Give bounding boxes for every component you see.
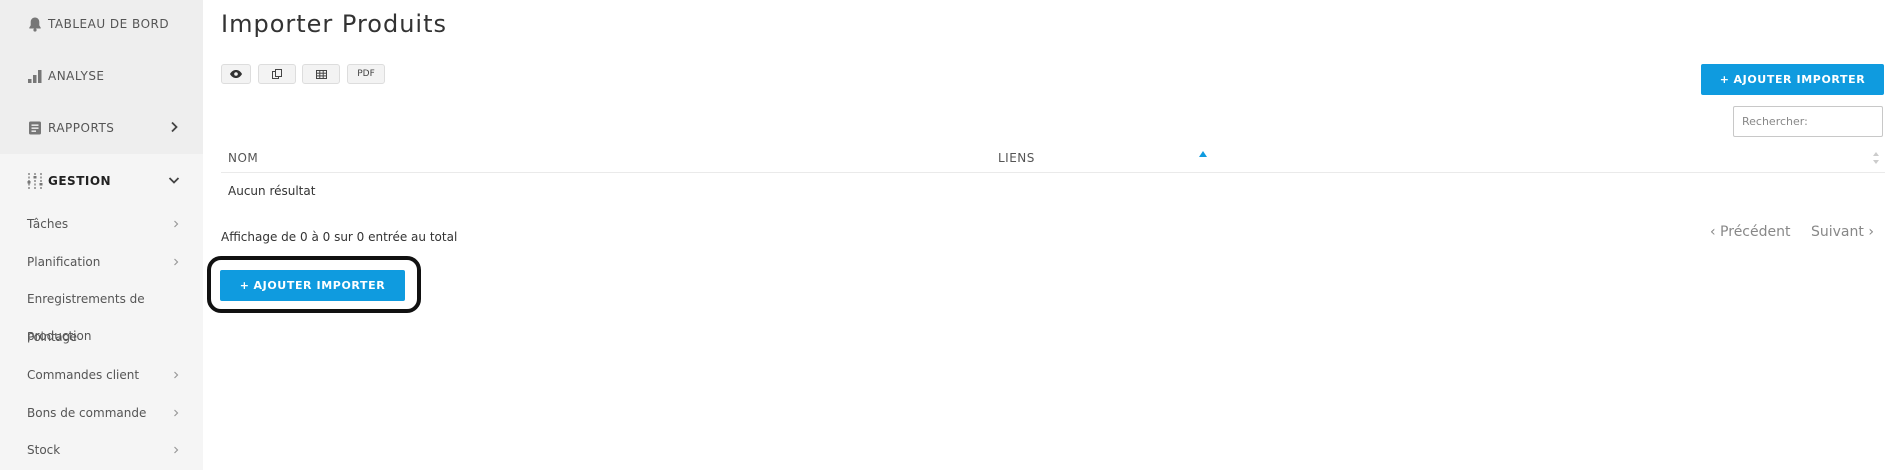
sidebar-item-gestion[interactable]: GESTION xyxy=(0,161,203,201)
view-button[interactable] xyxy=(221,64,251,84)
grid-icon xyxy=(315,69,327,79)
sidebar-item-analyse[interactable]: ANALYSE xyxy=(0,56,203,96)
sidebar-sub-stock[interactable]: Stock xyxy=(0,435,203,465)
chevron-right-icon xyxy=(174,446,179,454)
copy-button[interactable] xyxy=(258,64,296,84)
sidebar-sub-commandes-client[interactable]: Commandes client xyxy=(0,360,203,390)
add-import-button-top[interactable]: + AJOUTER IMPORTER xyxy=(1701,64,1884,95)
sidebar-item-rapports[interactable]: RAPPORTS xyxy=(0,108,203,148)
bell-icon xyxy=(26,15,44,33)
eye-icon xyxy=(230,70,242,78)
sidebar-sub-overlap-pointage[interactable]: Pointage xyxy=(27,330,77,344)
sidebar-item-tableau-de-bord[interactable]: TABLEAU DE BORD xyxy=(0,4,203,44)
pagination-next[interactable]: Suivant › xyxy=(1811,224,1874,240)
sidebar-sub-label: Tâches xyxy=(27,217,69,231)
table-header: NOM LIENS xyxy=(221,145,1885,173)
pdf-button[interactable]: PDF xyxy=(347,64,385,84)
sidebar-sub-label: Commandes client xyxy=(27,368,140,382)
page-title: Importer Produits xyxy=(221,10,448,38)
sidebar-sub-enregistrements[interactable]: Enregistrements de xyxy=(0,284,203,314)
sidebar-sub-label: Stock xyxy=(27,443,61,457)
sidebar-sub-taches[interactable]: Tâches xyxy=(0,209,203,239)
sidebar-item-label: GESTION xyxy=(48,174,112,188)
table-info: Affichage de 0 à 0 sur 0 entrée au total xyxy=(221,230,458,244)
sidebar-sub-bons-de-commande[interactable]: Bons de commande xyxy=(0,398,203,428)
plus-icon: + xyxy=(1719,73,1730,86)
add-import-label: AJOUTER IMPORTER xyxy=(253,279,386,292)
add-import-button-bottom[interactable]: + AJOUTER IMPORTER xyxy=(220,270,405,301)
chevron-right-icon xyxy=(174,220,179,228)
chevron-right-icon xyxy=(171,121,178,133)
sidebar-sub-label: Bons de commande xyxy=(27,406,147,420)
bar-chart-icon xyxy=(26,67,44,85)
sidebar-sub-label: Planification xyxy=(27,255,101,269)
sidebar-item-label: ANALYSE xyxy=(48,69,105,83)
sliders-icon xyxy=(26,172,44,190)
chevron-right-icon xyxy=(174,258,179,266)
sidebar: TABLEAU DE BORD ANALYSE RAPPORTS GESTION… xyxy=(0,0,203,470)
chevron-down-icon xyxy=(168,177,180,184)
column-header-liens[interactable]: LIENS xyxy=(998,151,1035,165)
sidebar-item-label: RAPPORTS xyxy=(48,121,115,135)
sidebar-sub-label: Enregistrements de xyxy=(27,292,145,306)
sidebar-sub-planification[interactable]: Planification xyxy=(0,247,203,277)
sidebar-item-label: TABLEAU DE BORD xyxy=(48,17,170,31)
add-import-label: AJOUTER IMPORTER xyxy=(1733,73,1866,86)
excel-button[interactable] xyxy=(302,64,340,84)
search-input[interactable] xyxy=(1733,106,1883,137)
sort-both-icon[interactable] xyxy=(1871,150,1881,166)
pdf-label: PDF xyxy=(357,69,375,79)
report-icon xyxy=(26,119,44,137)
sort-asc-icon[interactable] xyxy=(1199,151,1207,157)
copy-icon xyxy=(272,69,282,79)
plus-icon: + xyxy=(239,279,250,292)
column-header-nom[interactable]: NOM xyxy=(228,151,258,165)
chevron-right-icon xyxy=(174,409,179,417)
pagination-previous[interactable]: ‹ Précédent xyxy=(1710,224,1790,240)
chevron-right-icon xyxy=(174,371,179,379)
table-empty-row: Aucun résultat xyxy=(228,184,316,198)
